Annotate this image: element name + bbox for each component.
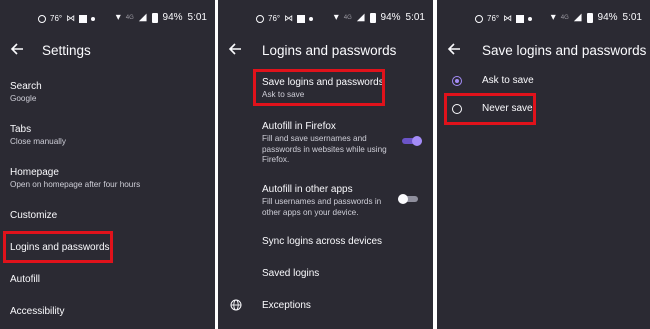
system-icons: ▾ 4G ◢ 94% 5:01 <box>334 12 425 23</box>
item-label: Customize <box>10 210 58 221</box>
temperature: 76° <box>487 14 500 23</box>
app-icon <box>297 14 306 23</box>
sync-logins-item[interactable]: Sync logins across devices <box>262 236 433 247</box>
page-title: Settings <box>42 43 91 58</box>
logins-and-passwords-screen: 76° ⋈ ▾ 4G ◢ 94% 5:01 Logins and passwor… <box>218 0 433 329</box>
item-label: Accessibility <box>10 306 65 317</box>
app-bar: Settings <box>0 36 215 64</box>
settings-screen: 76° ⋈ ▾ 4G ◢ 94% 5:01 Settings Search Go… <box>0 0 215 329</box>
app-bar: Logins and passwords <box>218 36 433 64</box>
page-title: Save logins and passwords <box>482 43 647 58</box>
item-sublabel: Fill usernames and passwords in other ap… <box>262 197 382 217</box>
item-sublabel: Open on homepage after four hours <box>10 180 141 189</box>
battery-level: 94% <box>162 12 183 23</box>
link-icon: ⋈ <box>503 13 513 23</box>
option-label: Ask to save <box>482 75 534 86</box>
app-bar: Save logins and passwords <box>437 36 650 64</box>
notification-icons: 76° ⋈ <box>475 13 533 24</box>
page-title: Logins and passwords <box>262 43 397 58</box>
item-sublabel: Fill and save usernames and passwords in… <box>262 134 387 164</box>
clock: 5:01 <box>622 12 642 23</box>
item-label: Tabs <box>10 124 32 135</box>
clock: 5:01 <box>187 12 207 23</box>
ask-to-save-radio[interactable] <box>452 76 462 86</box>
temperature: 76° <box>268 14 281 23</box>
dot-icon <box>309 16 314 21</box>
wifi-icon: ▾ <box>550 12 556 23</box>
settings-item-autofill[interactable]: Autofill <box>10 274 215 285</box>
settings-item-search[interactable]: Search Google <box>10 81 215 105</box>
saved-logins-item[interactable]: Saved logins <box>262 268 433 279</box>
system-icons: ▾ 4G ◢ 94% 5:01 <box>116 12 207 23</box>
settings-item-customize[interactable]: Customize <box>10 210 215 221</box>
highlight-box <box>444 93 536 125</box>
signal-type: 4G <box>560 14 569 21</box>
status-bar: 76° ⋈ ▾ 4G ◢ 94% 5:01 <box>437 0 650 36</box>
clock: 5:01 <box>405 12 425 23</box>
link-icon: ⋈ <box>284 13 294 23</box>
autofill-in-firefox-item[interactable]: Autofill in Firefox Fill and save userna… <box>262 121 392 166</box>
item-label: Autofill in Firefox <box>262 121 336 132</box>
notification-icons: 76° ⋈ <box>38 13 96 24</box>
battery-level: 94% <box>597 12 618 23</box>
system-icons: ▾ 4G ◢ 94% 5:01 <box>551 12 642 23</box>
exceptions-item[interactable]: Exceptions <box>262 300 433 311</box>
signal-type: 4G <box>125 14 134 21</box>
settings-item-accessibility[interactable]: Accessibility <box>10 306 215 317</box>
battery-icon <box>369 12 376 23</box>
battery-icon <box>151 12 158 23</box>
item-sublabel: Close manually <box>10 137 66 146</box>
wifi-icon: ▾ <box>115 12 121 23</box>
item-label: Exceptions <box>262 300 311 311</box>
ask-to-save-option[interactable]: Ask to save <box>482 75 650 86</box>
wifi-icon: ▾ <box>333 12 339 23</box>
highlight-box <box>3 231 113 263</box>
item-label: Homepage <box>10 167 59 178</box>
back-arrow-icon[interactable] <box>228 42 242 56</box>
status-bar: 76° ⋈ ▾ 4G ◢ 94% 5:01 <box>218 0 433 36</box>
item-label: Sync logins across devices <box>262 236 383 247</box>
settings-item-tabs[interactable]: Tabs Close manually <box>10 124 215 148</box>
temperature: 76° <box>50 14 63 23</box>
autofill-firefox-toggle[interactable] <box>402 136 422 146</box>
dot-icon <box>528 16 533 21</box>
app-icon <box>516 14 525 23</box>
battery-level: 94% <box>380 12 401 23</box>
item-sublabel: Google <box>10 94 37 103</box>
status-bar: 76° ⋈ ▾ 4G ◢ 94% 5:01 <box>0 0 215 36</box>
item-label: Saved logins <box>262 268 320 279</box>
back-arrow-icon[interactable] <box>10 42 24 56</box>
signal-type: 4G <box>343 14 352 21</box>
signal-icon: ◢ <box>356 12 365 23</box>
settings-item-homepage[interactable]: Homepage Open on homepage after four hou… <box>10 167 215 191</box>
link-icon: ⋈ <box>66 13 76 23</box>
item-label: Search <box>10 81 42 92</box>
whatsapp-icon <box>475 14 483 23</box>
back-arrow-icon[interactable] <box>447 42 461 56</box>
signal-icon: ◢ <box>573 12 582 23</box>
autofill-in-other-apps-item[interactable]: Autofill in other apps Fill usernames an… <box>262 184 392 218</box>
save-logins-screen: 76° ⋈ ▾ 4G ◢ 94% 5:01 Save logins and pa… <box>437 0 650 329</box>
whatsapp-icon <box>38 14 46 23</box>
globe-icon <box>230 299 242 311</box>
highlight-box <box>253 69 385 106</box>
notification-icons: 76° ⋈ <box>256 13 314 24</box>
signal-icon: ◢ <box>138 12 147 23</box>
app-icon <box>79 14 88 23</box>
battery-icon <box>586 12 593 23</box>
item-label: Autofill in other apps <box>262 184 353 195</box>
item-label: Autofill <box>10 274 41 285</box>
autofill-other-apps-toggle[interactable] <box>398 194 418 204</box>
dot-icon <box>91 16 96 21</box>
whatsapp-icon <box>256 14 264 23</box>
